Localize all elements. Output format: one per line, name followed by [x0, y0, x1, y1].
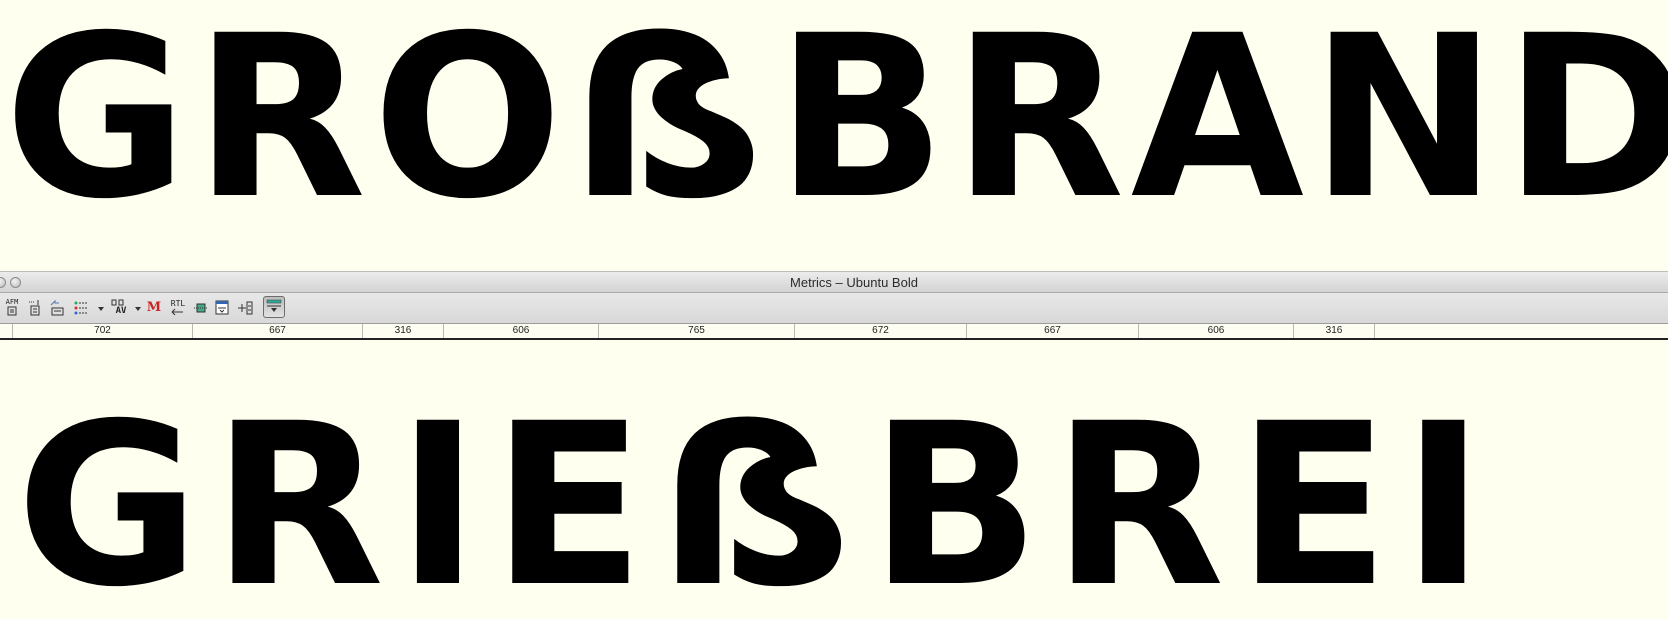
list-options-button[interactable]	[72, 299, 92, 317]
rtl-icon	[171, 308, 183, 316]
toolbar: AFM AV M RTL	[0, 293, 1668, 324]
ruler-cell[interactable]: 765	[599, 324, 795, 338]
width-align-button[interactable]	[193, 299, 209, 317]
insert-glyph-icon	[238, 301, 253, 315]
ruler-cell[interactable]: 606	[444, 324, 599, 338]
window-panel-icon	[215, 300, 229, 315]
rtl-label: RTL	[170, 299, 186, 308]
preview-text-bottom: GRIEẞBREI	[16, 394, 1497, 618]
title-bar: Metrics – Ubuntu Bold	[0, 271, 1668, 293]
preview-text-top: GROẞBRAND	[4, 6, 1668, 230]
ruler-cell[interactable]: 316	[1294, 324, 1375, 338]
open-font-button[interactable]	[49, 299, 65, 317]
new-metrics-button[interactable]	[27, 299, 41, 317]
ruler-cell[interactable]: 316	[363, 324, 444, 338]
afm-import-label: AFM	[5, 298, 19, 306]
kerning-label: AV	[115, 306, 127, 316]
afm-import-icon	[7, 306, 17, 316]
afm-import-button[interactable]: AFM	[4, 299, 20, 317]
kerning-dropdown-icon[interactable]	[135, 307, 141, 311]
metrics-ruler: 702 667 316 606 765 672 667 606 316	[0, 324, 1668, 340]
insert-glyph-button[interactable]	[236, 299, 254, 317]
open-font-icon	[50, 299, 64, 316]
metrics-m-button[interactable]: M	[146, 299, 162, 317]
window-panel-button[interactable]	[214, 299, 230, 317]
list-options-dropdown-icon[interactable]	[98, 307, 104, 311]
toggle-preview-icon	[266, 299, 282, 312]
ruler-cell[interactable]: 667	[193, 324, 363, 338]
ruler-cell-leading	[0, 324, 13, 338]
window-title: Metrics – Ubuntu Bold	[790, 275, 918, 290]
ruler-cell[interactable]: 672	[795, 324, 967, 338]
list-options-icon	[74, 301, 88, 315]
kerning-button[interactable]: AV	[110, 299, 132, 317]
rtl-button[interactable]: RTL	[169, 299, 187, 317]
new-metrics-icon	[29, 300, 40, 316]
width-align-icon	[194, 303, 208, 313]
ruler-cell[interactable]: 667	[967, 324, 1139, 338]
ruler-cell[interactable]: 606	[1139, 324, 1294, 338]
metrics-window: Metrics – Ubuntu Bold AFM AV M RTL 702 6…	[0, 271, 1668, 340]
toggle-preview-button[interactable]	[263, 296, 285, 318]
ruler-cell[interactable]: 702	[13, 324, 193, 338]
metrics-m-icon: M	[146, 300, 162, 315]
